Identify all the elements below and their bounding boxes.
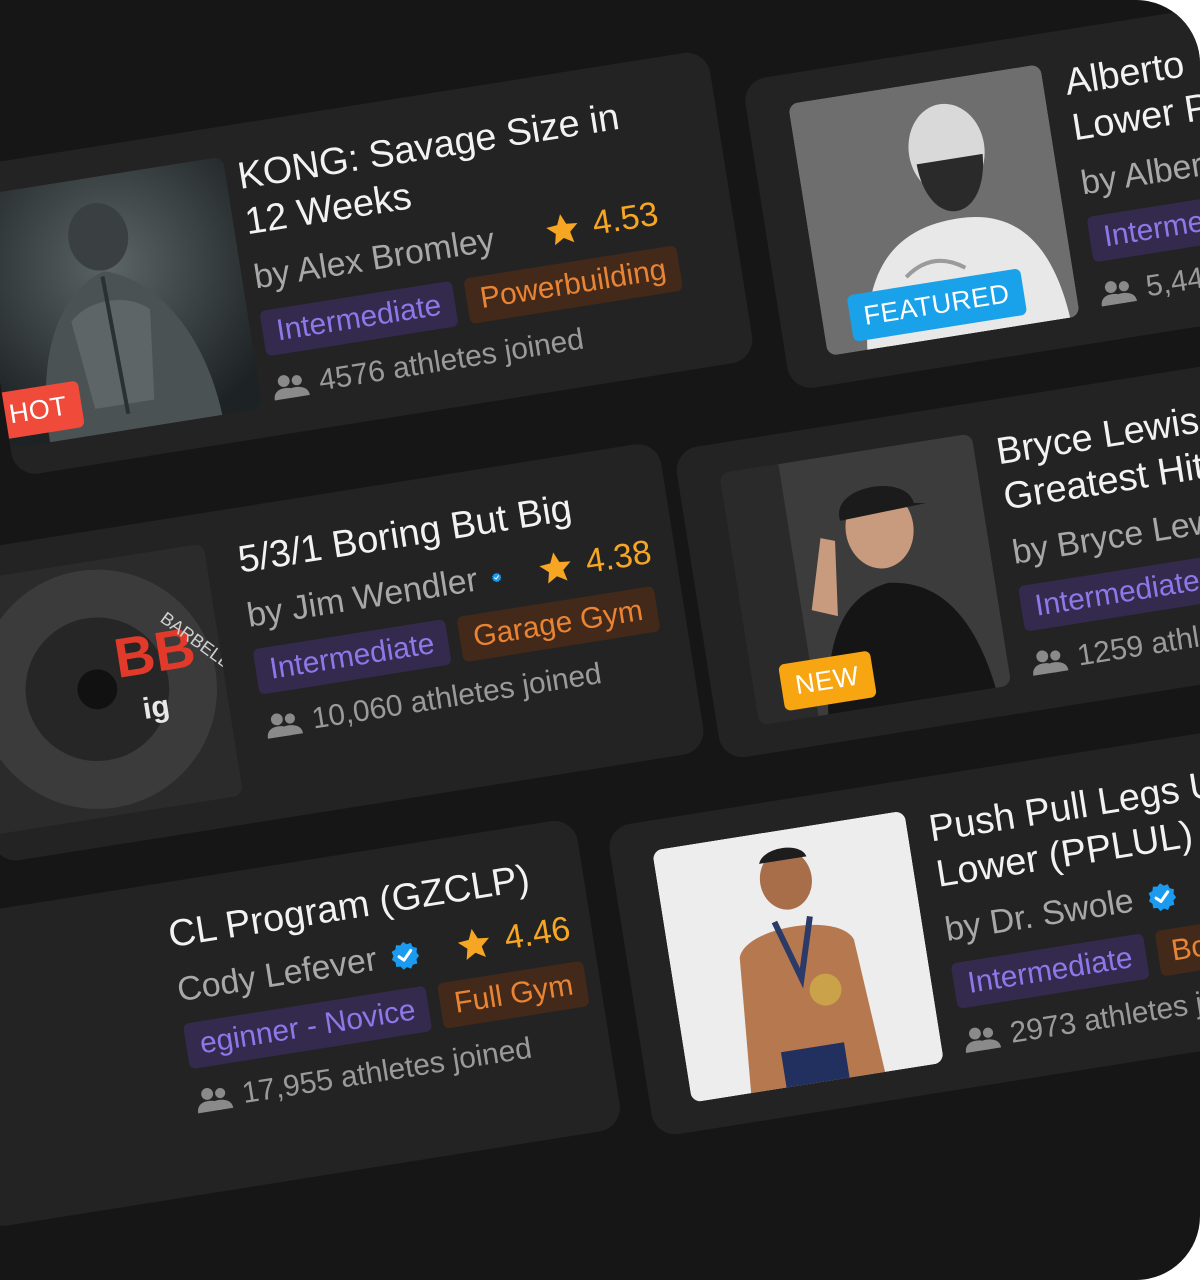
program-thumbnail: NEW: [719, 433, 1012, 726]
program-card-bryce[interactable]: NEW Bryce Lewis Pro Greatest Hits by Bry…: [673, 340, 1200, 761]
rating-value: 4.53: [589, 194, 661, 243]
barbell-plate-image: BB BARBELL ig: [0, 543, 244, 836]
app-frame: HOT KONG: Savage Size in 12 Weeks by Ale…: [0, 0, 1200, 1280]
users-icon: [1033, 650, 1069, 676]
style-tag[interactable]: Full Gym: [437, 960, 591, 1029]
star-icon: [457, 928, 490, 960]
program-info: KONG: Savage Size in 12 Weeks by Alex Br…: [235, 90, 684, 405]
verified-icon: [1148, 882, 1176, 911]
program-info: CL Program (GZCLP) Cody Lefever 4.46 egi…: [165, 847, 611, 1119]
program-title[interactable]: Alberto Lower P: [1062, 36, 1200, 152]
joined-count: 5,44: [1143, 261, 1200, 304]
program-card-pplul[interactable]: Push Pull Legs Upper Lower (PPLUL) by Dr…: [605, 697, 1200, 1138]
users-icon: [267, 713, 304, 739]
program-card-kong[interactable]: HOT KONG: Savage Size in 12 Weeks by Ale…: [0, 49, 756, 478]
plate-text-ig: ig: [140, 689, 171, 726]
verified-icon: [491, 572, 501, 582]
rating-value: 4.38: [582, 533, 654, 581]
program-author[interactable]: by Alber: [1078, 146, 1200, 204]
program-card-gzclp[interactable]: CL Program (GZCLP) Cody Lefever 4.46 egi…: [0, 817, 624, 1230]
program-thumbnail: HOT: [0, 156, 263, 449]
program-info: Alberto Lower P by Alber Interme 5,44: [1062, 20, 1200, 312]
program-info: 5/3/1 Boring But Big by Jim Wendler 4.38…: [235, 474, 671, 744]
program-rating: 4.46: [452, 910, 573, 967]
program-rating: 4.38: [534, 533, 655, 590]
level-tag[interactable]: Interme: [1086, 196, 1200, 263]
users-icon: [198, 1087, 234, 1114]
program-card-grid: HOT KONG: Savage Size in 12 Weeks by Ale…: [0, 0, 1200, 1261]
program-card-531[interactable]: BB BARBELL ig 5/3/1 Boring But Big by Ji…: [0, 440, 707, 864]
verified-icon: [508, 237, 509, 238]
star-icon: [545, 213, 578, 245]
program-thumbnail: BB BARBELL ig: [0, 543, 244, 836]
program-thumbnail: FEATURED: [787, 64, 1081, 357]
program-title[interactable]: Push Pull Legs Upper Lower (PPLUL): [926, 745, 1200, 898]
program-info: Bryce Lewis Pro Greatest Hits by Bryce L…: [993, 370, 1200, 681]
program-title[interactable]: Bryce Lewis Pro Greatest Hits: [993, 383, 1200, 521]
users-icon: [1101, 281, 1137, 307]
users-icon: [965, 1027, 1002, 1053]
program-rating: 4.53: [540, 195, 661, 252]
program-thumbnail: [652, 810, 945, 1103]
program-card-alberto[interactable]: FEATURED Alberto Lower P by Alber Interm…: [741, 0, 1200, 392]
users-icon: [274, 375, 310, 401]
verified-icon: [391, 941, 420, 970]
program-info: Push Pull Legs Upper Lower (PPLUL) by Dr…: [926, 726, 1200, 1058]
rating-value: 4.46: [501, 909, 573, 958]
star-icon: [539, 551, 571, 584]
physique-athlete-image: [652, 810, 945, 1103]
